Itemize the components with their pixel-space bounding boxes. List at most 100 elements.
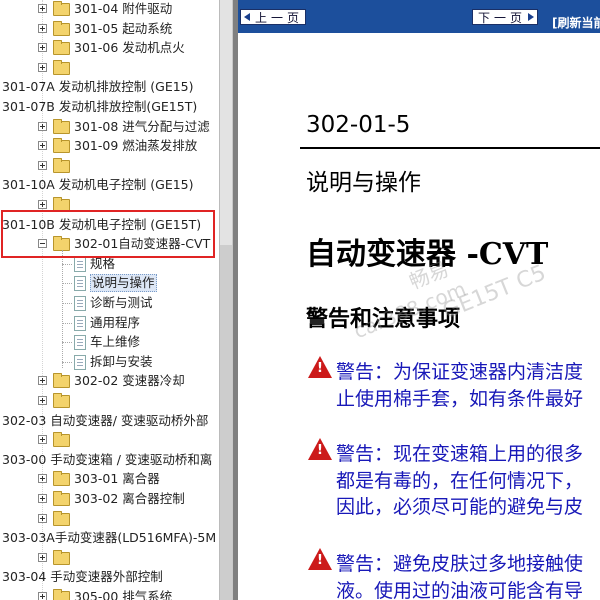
next-page-button[interactable]: 下一页 [472, 9, 538, 25]
tree-folder-item[interactable]: 305-00 排气系统 [0, 587, 219, 600]
tree-folder-label: 301-08 进气分配与过滤 [74, 119, 210, 134]
tree-page-item[interactable]: 车上维修 [0, 332, 219, 352]
tree-category-label: 303-03A手动变速器(LD516MFA)-5M [2, 530, 217, 545]
arrow-left-icon [244, 13, 250, 21]
tree-folder-item[interactable] [0, 391, 219, 411]
folder-icon [53, 138, 70, 153]
folder-icon [53, 471, 70, 486]
tree-category[interactable]: 302-03 自动变速器/ 变速驱动桥外部 [0, 411, 219, 431]
expand-icon[interactable] [38, 514, 47, 523]
expand-icon[interactable] [38, 592, 47, 600]
warning-2-line1: 警告：现在变速箱上用的很多 [336, 443, 584, 465]
page-title: 自动变速器 -CVT [306, 237, 549, 272]
warning-2-line3: 因此，必须尽可能的避免与皮 [336, 496, 584, 518]
expand-icon[interactable] [38, 200, 47, 209]
tree-connector [62, 362, 72, 364]
header-rule [300, 147, 600, 149]
tree-page-item[interactable]: 拆卸与安装 [0, 352, 219, 372]
tree-folder-label: 303-01 离合器 [74, 471, 160, 486]
tree-connector [62, 283, 72, 285]
tree-page-item[interactable]: 说明与操作 [0, 273, 219, 293]
document-pane: 上一页 下一页 [刷新当前 302-01-5 说明与操作 自动变速器 -CVT … [238, 0, 600, 600]
tree-category[interactable]: 301-10A 发动机电子控制 (GE15) [0, 175, 219, 195]
folder-icon [53, 21, 70, 36]
tree-category-label: 301-07A 发动机排放控制 (GE15) [2, 79, 194, 94]
page-subtitle: 警告和注意事项 [306, 306, 461, 332]
highlight-box [1, 210, 215, 258]
tree-page-label: 拆卸与安装 [90, 354, 153, 369]
folder-icon [53, 589, 70, 600]
document-icon [74, 355, 86, 370]
tree-category[interactable]: 301-07A 发动机排放控制 (GE15) [0, 77, 219, 97]
expand-icon[interactable] [38, 141, 47, 150]
expand-icon[interactable] [38, 396, 47, 405]
tree-connector [62, 303, 72, 305]
expand-icon[interactable] [38, 63, 47, 72]
tree-category-label: 302-03 自动变速器/ 变速驱动桥外部 [2, 413, 209, 428]
folder-icon [53, 373, 70, 388]
tree-page-label-selected: 说明与操作 [90, 274, 157, 292]
expand-icon[interactable] [38, 553, 47, 562]
document-icon [74, 316, 86, 331]
expand-icon[interactable] [38, 435, 47, 444]
tree-folder-item[interactable] [0, 430, 219, 450]
tree-folder-item[interactable]: 302-02 变速器冷却 [0, 371, 219, 391]
folder-icon [53, 1, 70, 16]
tree-connector [62, 250, 64, 368]
folder-icon [53, 550, 70, 565]
tree-folder-item[interactable]: 303-02 离合器控制 [0, 489, 219, 509]
expand-icon[interactable] [38, 161, 47, 170]
tree-folder-label: 305-00 排气系统 [74, 589, 173, 600]
tree-folder-item[interactable] [0, 156, 219, 176]
document-icon [74, 296, 86, 311]
tree-folder-item[interactable]: 303-01 离合器 [0, 469, 219, 489]
tree-page-item[interactable]: 诊断与测试 [0, 293, 219, 313]
tree-folder-item[interactable]: 301-04 附件驱动 [0, 0, 219, 19]
expand-icon[interactable] [38, 474, 47, 483]
tree-folder-item[interactable] [0, 548, 219, 568]
tree-category-label: 303-04 手动变速器外部控制 [2, 569, 163, 584]
tree-folder-item[interactable]: 301-08 进气分配与过滤 [0, 117, 219, 137]
folder-icon [53, 491, 70, 506]
folder-icon [53, 393, 70, 408]
tree-folder-item[interactable]: 301-05 起动系统 [0, 19, 219, 39]
navigation-tree[interactable]: 301-04 附件驱动 301-05 起动系统 301-06 发动机点火 301-07… [0, 0, 219, 600]
folder-icon [53, 432, 70, 447]
tree-connector [62, 342, 72, 344]
prev-page-button[interactable]: 上一页 [240, 9, 306, 25]
tree-folder-item[interactable]: 301-06 发动机点火 [0, 38, 219, 58]
tree-page-item[interactable]: 通用程序 [0, 313, 219, 333]
folder-icon [53, 119, 70, 134]
expand-icon[interactable] [38, 494, 47, 503]
warning-3-line1: 警告：避免皮肤过多地接触使 [336, 553, 584, 575]
expand-icon[interactable] [38, 4, 47, 13]
refresh-link[interactable]: [刷新当前 [552, 14, 600, 31]
tree-category[interactable]: 303-03A手动变速器(LD516MFA)-5M [0, 528, 219, 548]
tree-folder-label: 302-02 变速器冷却 [74, 373, 185, 388]
next-page-label: 下一页 [478, 11, 527, 25]
arrow-right-icon [528, 13, 534, 21]
tree-category-label: 301-07B 发动机排放控制(GE15T) [2, 99, 198, 114]
tree-folder-label: 301-09 燃油蒸发排放 [74, 138, 198, 153]
expand-icon[interactable] [38, 24, 47, 33]
warning-2-line2: 都是有毒的，在任何情况下， [336, 470, 584, 492]
tree-category[interactable]: 303-00 手动变速箱 / 变速驱动桥和离 [0, 450, 219, 470]
scrollbar-thumb[interactable] [220, 245, 232, 600]
expand-icon[interactable] [38, 43, 47, 52]
tree-page-label: 通用程序 [90, 315, 141, 330]
tree-category[interactable]: 303-04 手动变速器外部控制 [0, 567, 219, 587]
tree-folder-item[interactable] [0, 509, 219, 529]
tree-category[interactable]: 301-07B 发动机排放控制(GE15T) [0, 97, 219, 117]
section-number: 302-01-5 [306, 112, 411, 138]
folder-icon [53, 158, 70, 173]
tree-page-label: 诊断与测试 [90, 295, 153, 310]
tree-folder-item[interactable]: 301-09 燃油蒸发排放 [0, 136, 219, 156]
folder-icon [53, 60, 70, 75]
warning-icon [308, 438, 332, 460]
expand-icon[interactable] [38, 376, 47, 385]
tree-folder-item[interactable] [0, 58, 219, 78]
prev-page-label: 上一页 [255, 11, 304, 25]
warning-icon [308, 548, 332, 570]
expand-icon[interactable] [38, 122, 47, 131]
document-icon [74, 276, 86, 291]
